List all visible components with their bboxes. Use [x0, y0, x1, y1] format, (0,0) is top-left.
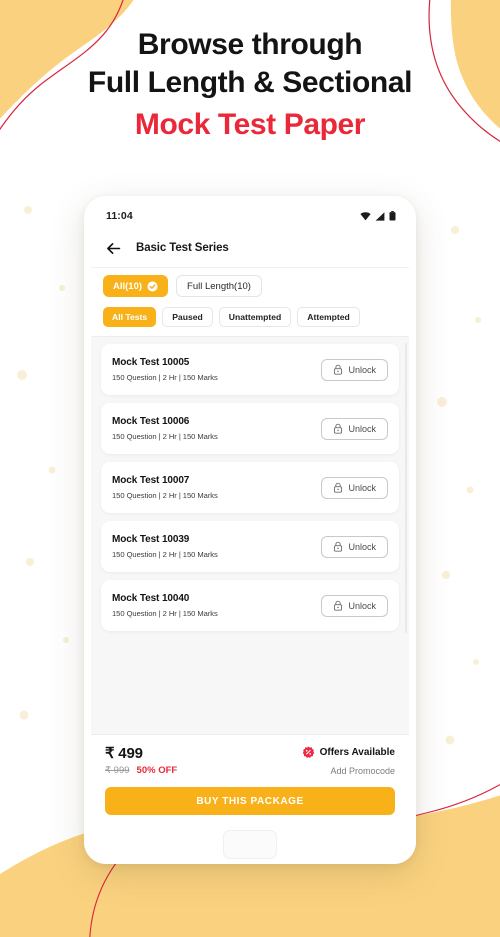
test-title: Mock Test 10039 [112, 534, 190, 545]
phone-mockup: 11:04 Basic Test Series All(10) Full Len… [84, 196, 416, 864]
chip-full-length-label: Full Length(10) [187, 280, 251, 292]
chip-all[interactable]: All(10) [103, 275, 169, 297]
test-meta: 150 Question | 2 Hr | 150 Marks [112, 609, 218, 618]
check-circle-icon [147, 280, 158, 292]
test-info: Mock Test 10039 150 Question | 2 Hr | 15… [112, 534, 218, 559]
unlock-button[interactable]: Unlock [321, 535, 388, 558]
offers-block: Offers Available Add Promocode [302, 744, 395, 776]
tab-unattempted[interactable]: Unattempted [218, 307, 292, 327]
battery-icon [389, 211, 396, 221]
tab-attempted[interactable]: Attempted [297, 307, 360, 327]
headline-line-1: Browse through [137, 28, 363, 61]
lock-icon [334, 364, 343, 375]
test-info: Mock Test 10007 150 Question | 2 Hr | 15… [112, 475, 218, 500]
test-meta: 150 Question | 2 Hr | 150 Marks [112, 373, 218, 382]
purchase-footer: ₹ 499 ₹ 999 50% OFF Offers Available Add… [91, 734, 409, 825]
original-price: ₹ 999 [105, 765, 130, 776]
category-chip-row: All(10) Full Length(10) [91, 268, 409, 305]
lock-icon [334, 423, 343, 434]
test-info: Mock Test 10006 150 Question | 2 Hr | 15… [112, 416, 218, 441]
wifi-icon [360, 211, 371, 220]
unlock-label: Unlock [348, 600, 376, 611]
unlock-label: Unlock [348, 423, 376, 434]
unlock-button[interactable]: Unlock [321, 476, 388, 499]
test-list-item[interactable]: Mock Test 10005 150 Question | 2 Hr | 15… [101, 344, 399, 395]
headline-line-2: Full Length & Sectional [87, 66, 413, 99]
tab-all-tests[interactable]: All Tests [103, 307, 157, 327]
discount-badge: 50% OFF [136, 765, 178, 776]
unlock-button[interactable]: Unlock [321, 358, 388, 381]
lock-icon [334, 482, 343, 493]
current-price: ₹ 499 [105, 745, 143, 762]
headline: Browse through Full Length & Sectional M… [0, 26, 500, 144]
buy-package-button[interactable]: BUY THIS PACKAGE [105, 787, 395, 815]
phone-screen: 11:04 Basic Test Series All(10) Full Len… [91, 203, 409, 825]
status-icons [360, 211, 396, 221]
status-bar: 11:04 [91, 203, 409, 229]
tab-paused[interactable]: Paused [162, 307, 213, 327]
test-list-item[interactable]: Mock Test 10039 150 Question | 2 Hr | 15… [101, 521, 399, 572]
lock-icon [334, 600, 343, 611]
price-subline: ₹ 999 50% OFF [105, 765, 177, 776]
app-bar: Basic Test Series [91, 229, 409, 268]
add-promocode-link[interactable]: Add Promocode [302, 766, 395, 776]
scrollbar[interactable] [405, 343, 407, 633]
unlock-button[interactable]: Unlock [321, 594, 388, 617]
price-row: ₹ 499 ₹ 999 50% OFF Offers Available Add… [105, 744, 395, 776]
test-meta: 150 Question | 2 Hr | 150 Marks [112, 432, 218, 441]
home-indicator-area [84, 825, 416, 864]
test-title: Mock Test 10007 [112, 475, 190, 486]
unlock-label: Unlock [348, 364, 376, 375]
arrow-left-icon[interactable] [105, 240, 122, 257]
test-meta: 150 Question | 2 Hr | 150 Marks [112, 550, 218, 559]
signal-icon [375, 211, 385, 221]
offers-label: Offers Available [319, 747, 395, 758]
price-block: ₹ 499 ₹ 999 50% OFF [105, 744, 177, 776]
chip-full-length[interactable]: Full Length(10) [176, 275, 262, 297]
test-title: Mock Test 10040 [112, 593, 190, 604]
unlock-label: Unlock [348, 482, 376, 493]
headline-line-3: Mock Test Paper [134, 108, 366, 141]
chip-all-label: All(10) [113, 280, 143, 292]
unlock-button[interactable]: Unlock [321, 417, 388, 440]
test-list-item[interactable]: Mock Test 10007 150 Question | 2 Hr | 15… [101, 462, 399, 513]
test-title: Mock Test 10005 [112, 357, 190, 368]
test-list-item[interactable]: Mock Test 10006 150 Question | 2 Hr | 15… [101, 403, 399, 454]
home-indicator[interactable] [223, 830, 277, 859]
test-meta: 150 Question | 2 Hr | 150 Marks [112, 491, 218, 500]
page-title: Basic Test Series [136, 242, 229, 254]
test-title: Mock Test 10006 [112, 416, 190, 427]
filter-tab-row: All Tests Paused Unattempted Attempted [91, 305, 409, 337]
test-list-item[interactable]: Mock Test 10040 150 Question | 2 Hr | 15… [101, 580, 399, 631]
offers-line[interactable]: Offers Available [302, 746, 395, 759]
promo-poster: Browse through Full Length & Sectional M… [0, 0, 500, 937]
test-info: Mock Test 10005 150 Question | 2 Hr | 15… [112, 357, 218, 382]
lock-icon [334, 541, 343, 552]
test-info: Mock Test 10040 150 Question | 2 Hr | 15… [112, 593, 218, 618]
test-list[interactable]: Mock Test 10005 150 Question | 2 Hr | 15… [91, 337, 409, 734]
unlock-label: Unlock [348, 541, 376, 552]
status-clock: 11:04 [106, 210, 133, 222]
discount-badge-icon [302, 746, 314, 758]
